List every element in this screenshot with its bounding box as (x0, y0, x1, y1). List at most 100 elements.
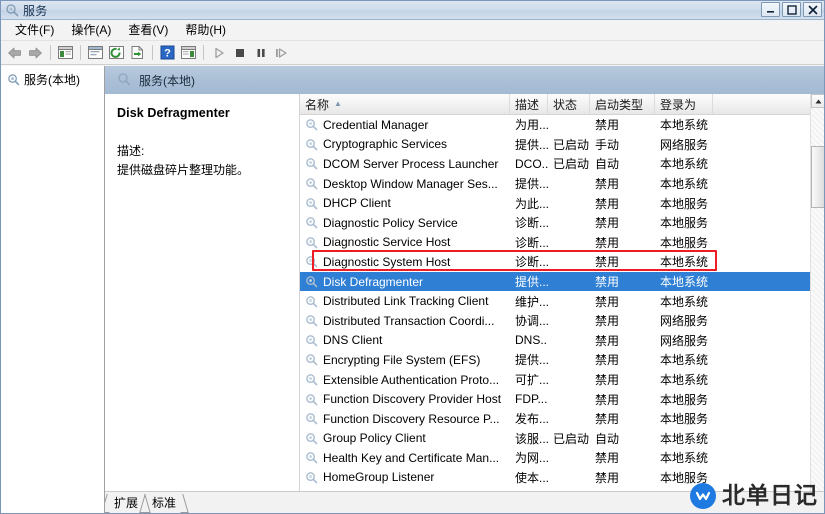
menu-action[interactable]: 操作(A) (63, 21, 120, 39)
toolbar-separator (203, 45, 204, 60)
cell-startup: 禁用 (595, 255, 620, 270)
close-button[interactable] (803, 2, 822, 17)
export-list-icon[interactable] (127, 42, 148, 63)
services-rows[interactable]: Credential Manager 为用... 禁用 本地系统 Cryptograph… (300, 115, 810, 491)
cell-name: Distributed Link Tracking Client (300, 294, 510, 308)
table-row[interactable]: Desktop Window Manager Ses... 提供... 禁用 本地系统 (300, 174, 810, 194)
service-name-label: Health Key and Certificate Man... (323, 450, 500, 465)
cell-startup: 禁用 (595, 196, 620, 211)
service-gear-icon (305, 353, 318, 366)
cell-description: 可扩... (515, 373, 548, 388)
restart-service-icon[interactable] (271, 42, 292, 63)
cell-description: 诊断... (515, 216, 548, 231)
service-name-label: Extensible Authentication Proto... (323, 372, 500, 387)
service-name-label: Diagnostic Policy Service (323, 215, 458, 230)
cell-name: DNS Client (300, 333, 510, 347)
content-area: 服务(本地) 服务(本地) Disk Defragmenter 描述: 提供磁盘… (1, 66, 824, 513)
service-gear-icon (305, 138, 318, 151)
console-tree-pane: 服务(本地) (1, 66, 105, 513)
cell-name: Credential Manager (300, 118, 510, 132)
show-hide-tree-icon[interactable] (55, 42, 76, 63)
table-row[interactable]: DHCP Client 为此... 禁用 本地服务 (300, 193, 810, 213)
service-gear-icon (305, 373, 318, 386)
table-row[interactable]: Credential Manager 为用... 禁用 本地系统 (300, 115, 810, 135)
table-row[interactable]: Diagnostic Policy Service 诊断... 禁用 本地服务 (300, 213, 810, 233)
cell-startup: 禁用 (595, 235, 620, 250)
cell-startup: 禁用 (595, 373, 620, 388)
scrollbar-thumb[interactable] (811, 146, 824, 208)
cell-startup: 禁用 (595, 392, 620, 407)
sort-ascending-icon: ▲ (334, 99, 342, 108)
table-row[interactable]: Distributed Transaction Coordi... 协调... 禁用… (300, 311, 810, 331)
service-gear-icon (305, 236, 318, 249)
column-header-name[interactable]: 名称 ▲ (300, 94, 510, 114)
service-name-label: Encrypting File System (EFS) (323, 352, 481, 367)
back-arrow-icon[interactable] (4, 42, 25, 63)
column-header-status[interactable]: 状态 (548, 94, 590, 114)
cell-description: 提供... (515, 137, 548, 152)
service-gear-icon (305, 157, 318, 170)
menu-file[interactable]: 文件(F) (7, 21, 63, 39)
stop-service-icon[interactable] (229, 42, 250, 63)
table-row[interactable]: HomeGroup Listener 使本... 禁用 本地服务 (300, 468, 810, 488)
forward-arrow-icon[interactable] (25, 42, 46, 63)
vertical-scrollbar[interactable] (810, 94, 824, 491)
description-text: 提供磁盘碎片整理功能。 (117, 163, 250, 177)
cell-name: Disk Defragmenter (300, 275, 510, 289)
cell-name: Cryptographic Services (300, 137, 510, 151)
table-row[interactable]: Encrypting File System (EFS) 提供... 禁用 本地系统 (300, 350, 810, 370)
cell-name: Diagnostic Policy Service (300, 216, 510, 230)
toolbar: ? (1, 41, 824, 65)
service-gear-icon (305, 255, 318, 268)
tree-node-services-local[interactable]: 服务(本地) (5, 70, 104, 89)
minimize-button[interactable] (761, 2, 780, 17)
cell-logon: 本地系统 (660, 373, 709, 388)
refresh-icon[interactable] (106, 42, 127, 63)
table-row[interactable]: Health Key and Certificate Man... 为网... 禁用… (300, 448, 810, 468)
show-action-pane-icon[interactable] (178, 42, 199, 63)
table-row[interactable]: Distributed Link Tracking Client 维护... 禁用 本… (300, 291, 810, 311)
cell-description: 协调... (515, 314, 548, 329)
toolbar-separator (152, 45, 153, 60)
cell-name: DCOM Server Process Launcher (300, 157, 510, 171)
tree-node-label: 服务(本地) (24, 73, 80, 87)
pause-service-icon[interactable] (250, 42, 271, 63)
table-row[interactable]: Diagnostic System Host 诊断... 禁用 本地系统 (300, 252, 810, 272)
help-icon[interactable]: ? (157, 42, 178, 63)
menu-view[interactable]: 查看(V) (120, 21, 177, 39)
start-service-icon[interactable] (208, 42, 229, 63)
table-row[interactable]: Group Policy Client 该服... 已启动 自动 本地系统 (300, 429, 810, 449)
table-row[interactable]: Extensible Authentication Proto... 可扩... 禁… (300, 370, 810, 390)
column-header-logon-as[interactable]: 登录为 (655, 94, 713, 114)
table-row[interactable]: Cryptographic Services 提供... 已启动 手动 网络服务 (300, 135, 810, 155)
properties-icon[interactable] (85, 42, 106, 63)
column-header-startup-type[interactable]: 启动类型 (590, 94, 655, 114)
service-name-label: Diagnostic Service Host (323, 235, 451, 250)
table-row[interactable]: DCOM Server Process Launcher DCO... 已启动自动 本… (300, 154, 810, 174)
cell-startup: 禁用 (595, 294, 620, 309)
table-row[interactable]: Diagnostic Service Host 诊断... 禁用 本地服务 (300, 233, 810, 253)
menu-help[interactable]: 帮助(H) (177, 21, 235, 39)
table-row[interactable]: Function Discovery Resource P... 发布... 禁用 本… (300, 409, 810, 429)
cell-startup: 自动 (595, 157, 620, 172)
toolbar-separator (80, 45, 81, 60)
cell-logon: 本地系统 (660, 353, 709, 368)
cell-status: 已启动 (553, 431, 590, 446)
scroll-up-button[interactable] (811, 94, 824, 108)
service-name-label: Function Discovery Resource P... (323, 411, 500, 426)
cell-startup: 禁用 (595, 177, 620, 192)
cell-name: Function Discovery Resource P... (300, 412, 510, 426)
tab-standard[interactable]: 标准 (145, 494, 183, 513)
service-gear-icon (305, 197, 318, 210)
table-row[interactable]: Disk Defragmenter 提供... 禁用 本地系统 (300, 271, 810, 292)
services-window: 服务 文件(F) 操作(A) 查看(V) 帮助(H) ? 服务(本地) 服务(本… (0, 0, 825, 514)
cell-startup: 禁用 (595, 118, 620, 133)
service-name-label: Disk Defragmenter (323, 274, 424, 289)
cell-logon: 网络服务 (660, 333, 709, 348)
table-row[interactable]: DNS Client DNS... 禁用 网络服务 (300, 331, 810, 351)
table-row[interactable]: Function Discovery Provider Host FDP... 禁用… (300, 389, 810, 409)
column-header-description[interactable]: 描述 (510, 94, 548, 114)
maximize-button[interactable] (782, 2, 801, 17)
service-name-label: DNS Client (323, 333, 383, 348)
cell-description: 诊断... (515, 235, 548, 250)
